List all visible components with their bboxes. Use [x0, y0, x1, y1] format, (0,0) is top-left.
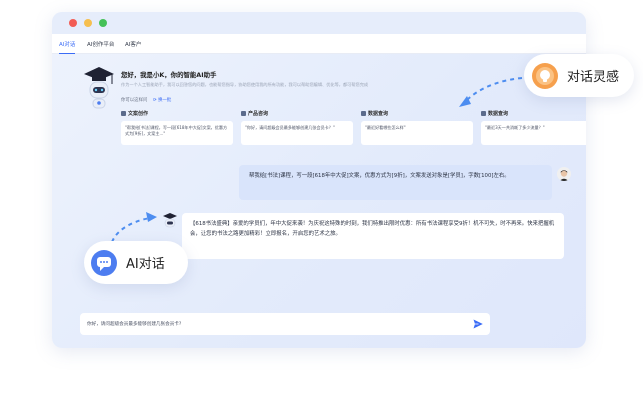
- category-copywriting: 文案创作 "帮我给[书法]课程，写一段[618年中大促]文案，优惠方式为[9折]…: [121, 108, 233, 145]
- tab-ai-creation[interactable]: AI创作平台: [87, 40, 114, 48]
- category-title: 文案创作: [128, 110, 149, 117]
- chat-input-bar: [80, 313, 490, 335]
- maximize-window-button[interactable]: [99, 19, 107, 27]
- close-window-button[interactable]: [69, 19, 77, 27]
- document-icon: [121, 110, 126, 116]
- category-title: 产品咨询: [248, 110, 269, 117]
- greeting-title: 您好，我是小K，你的智能AI助手: [121, 71, 217, 79]
- chat-input[interactable]: [87, 318, 457, 330]
- ai-chat-badge[interactable]: AI对话: [84, 241, 188, 284]
- category-product-consult: 产品咨询 "你好，请问超级会员最多能够创建几张会员卡？": [241, 108, 353, 145]
- bot-avatar-icon: [163, 213, 177, 228]
- send-icon[interactable]: [472, 318, 484, 330]
- ai-chat-label: AI对话: [126, 257, 165, 272]
- bot-reply: 【618书法盛典】亲爱的学员们，年中大促来袭！为庆祝这特殊的时刻，我们特推出限时…: [182, 213, 564, 259]
- dialog-inspiration-badge[interactable]: 对话灵感: [524, 54, 634, 97]
- chart-icon: [361, 110, 366, 116]
- ask-prompt-label: 你可以这样问: [121, 98, 148, 103]
- refresh-label: 换一批: [158, 98, 172, 103]
- category-data-query-2: 数据查询 "最近3天一共消耗了多少流量？": [481, 108, 586, 145]
- user-avatar: [557, 167, 571, 181]
- stage: AI对话 AI创作平台 AI客户 您好，我是小K，你的智能AI助手 作为一个人工…: [0, 0, 643, 400]
- lightbulb-icon: [532, 62, 558, 89]
- robot-mascot-icon: [84, 67, 114, 109]
- tab-bar: AI对话 AI创作平台 AI客户: [52, 34, 586, 54]
- refresh-icon: ⟳: [153, 98, 157, 103]
- tab-ai-chat[interactable]: AI对话: [59, 40, 76, 54]
- suggestion-card[interactable]: "帮我给[书法]课程，写一段[618年中大促]文案，优惠方式为[9折]，文案主.…: [121, 121, 233, 145]
- category-title: 数据查询: [368, 110, 389, 117]
- suggestion-card[interactable]: "最近3天一共消耗了多少流量？": [481, 121, 586, 145]
- greeting-description: 作为一个人工智能助手，我可以回答您的问题，也能帮您指导，协助您使用我的所有功能，…: [121, 82, 369, 87]
- inspiration-label: 对话灵感: [567, 70, 620, 85]
- category-data-query: 数据查询 "最近好看哪些怎么样": [361, 108, 473, 145]
- title-bar: [52, 12, 586, 34]
- user-avatar-icon: [559, 170, 569, 181]
- category-title: 数据查询: [488, 110, 509, 117]
- user-message: 帮我给[书法]课程，写一段[618年中大促]文案，优惠方式为[9折]，文案发送对…: [239, 165, 552, 200]
- refresh-suggestions-button[interactable]: ⟳ 换一批: [153, 97, 171, 103]
- product-icon: [241, 110, 246, 116]
- tab-ai-customer[interactable]: AI客户: [125, 40, 141, 48]
- suggestion-card[interactable]: "你好，请问超级会员最多能够创建几张会员卡？": [241, 121, 353, 145]
- app-window: AI对话 AI创作平台 AI客户 您好，我是小K，你的智能AI助手 作为一个人工…: [52, 12, 586, 348]
- chart-icon: [481, 110, 486, 116]
- suggestion-card[interactable]: "最近好看哪些怎么样": [361, 121, 473, 145]
- chat-bubble-icon: [91, 249, 117, 276]
- minimize-window-button[interactable]: [84, 19, 92, 27]
